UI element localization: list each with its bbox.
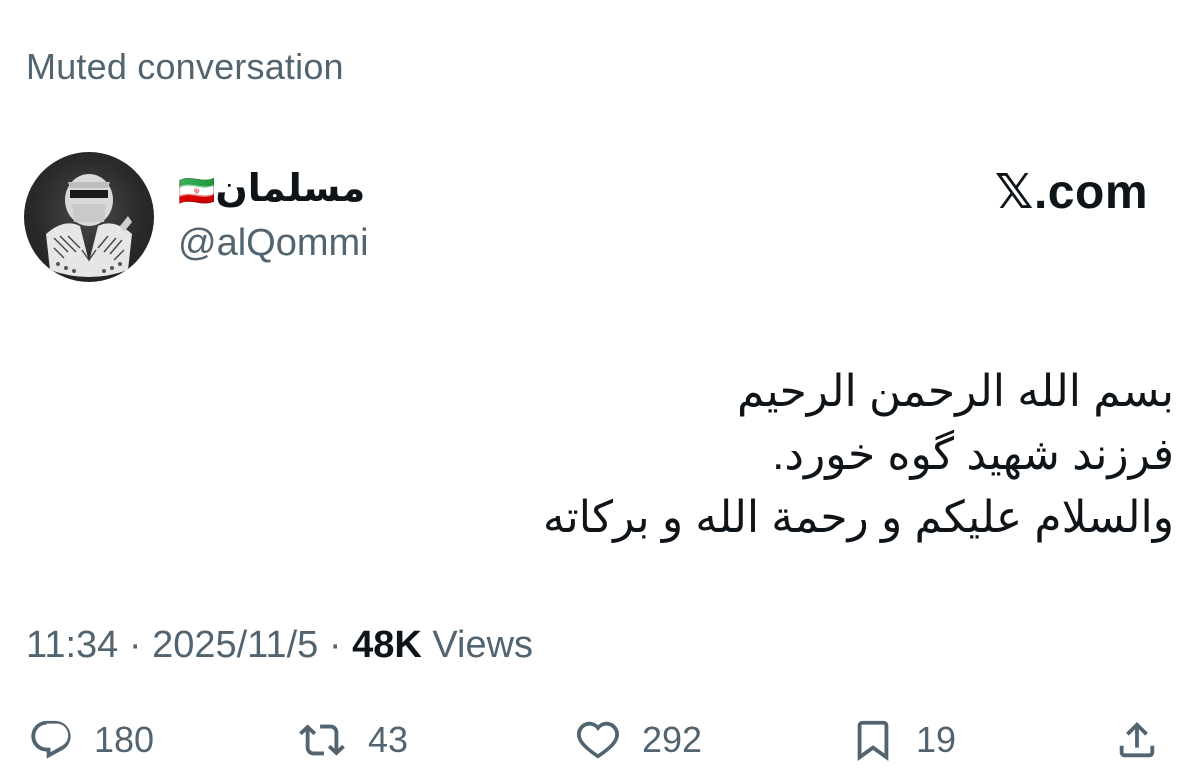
tweet-line: فرزند شهید گوه خورد.: [772, 430, 1174, 479]
tweet-text: بسم الله الرحمن الرحیم فرزند شهید گوه خو…: [274, 360, 1174, 549]
heart-icon: [577, 721, 619, 759]
meta-separator: ·: [318, 624, 353, 666]
tweet-action-bar: 180 43 292 19: [0, 710, 1200, 770]
avatar[interactable]: [24, 152, 154, 282]
like-button[interactable]: 292: [574, 710, 702, 770]
author-handle[interactable]: @alQommi: [178, 222, 369, 265]
reply-count: 180: [94, 719, 155, 760]
share-upload-icon: [1119, 721, 1155, 758]
reply-button[interactable]: 180: [28, 710, 154, 770]
tweet-metadata: 11:34 · 2025/11/5 · 48K Views: [26, 624, 533, 667]
x-com-logo: 𝕏.com: [994, 166, 1148, 219]
share-button[interactable]: [1114, 710, 1160, 770]
author-display-name[interactable]: 🇮🇷مسلمان: [178, 166, 365, 211]
tweet-date[interactable]: 2025/11/5: [152, 624, 318, 666]
bookmark-button[interactable]: 19: [850, 710, 956, 770]
repost-count: 43: [368, 719, 409, 760]
views-count: 48K: [352, 624, 422, 666]
tweet-line: بسم الله الرحمن الرحیم: [737, 367, 1174, 416]
tweet-line: والسلام علیکم و رحمة الله و برکاته: [542, 493, 1174, 542]
muted-conversation-label: Muted conversation: [26, 46, 344, 87]
author-name-text: مسلمان: [215, 168, 366, 210]
keffiyeh-avatar-icon: [46, 174, 132, 277]
like-count: 292: [642, 719, 703, 760]
repost-arrows-icon: [299, 724, 345, 756]
tweet-time[interactable]: 11:34: [26, 624, 118, 666]
meta-separator: ·: [118, 624, 153, 666]
bookmark-icon: [857, 720, 889, 761]
reply-bubble-icon: [31, 720, 71, 759]
repost-button[interactable]: 43: [296, 710, 408, 770]
views-label: Views: [432, 624, 534, 666]
iran-flag-emoji: 🇮🇷: [178, 175, 216, 208]
bookmark-count: 19: [916, 719, 957, 760]
